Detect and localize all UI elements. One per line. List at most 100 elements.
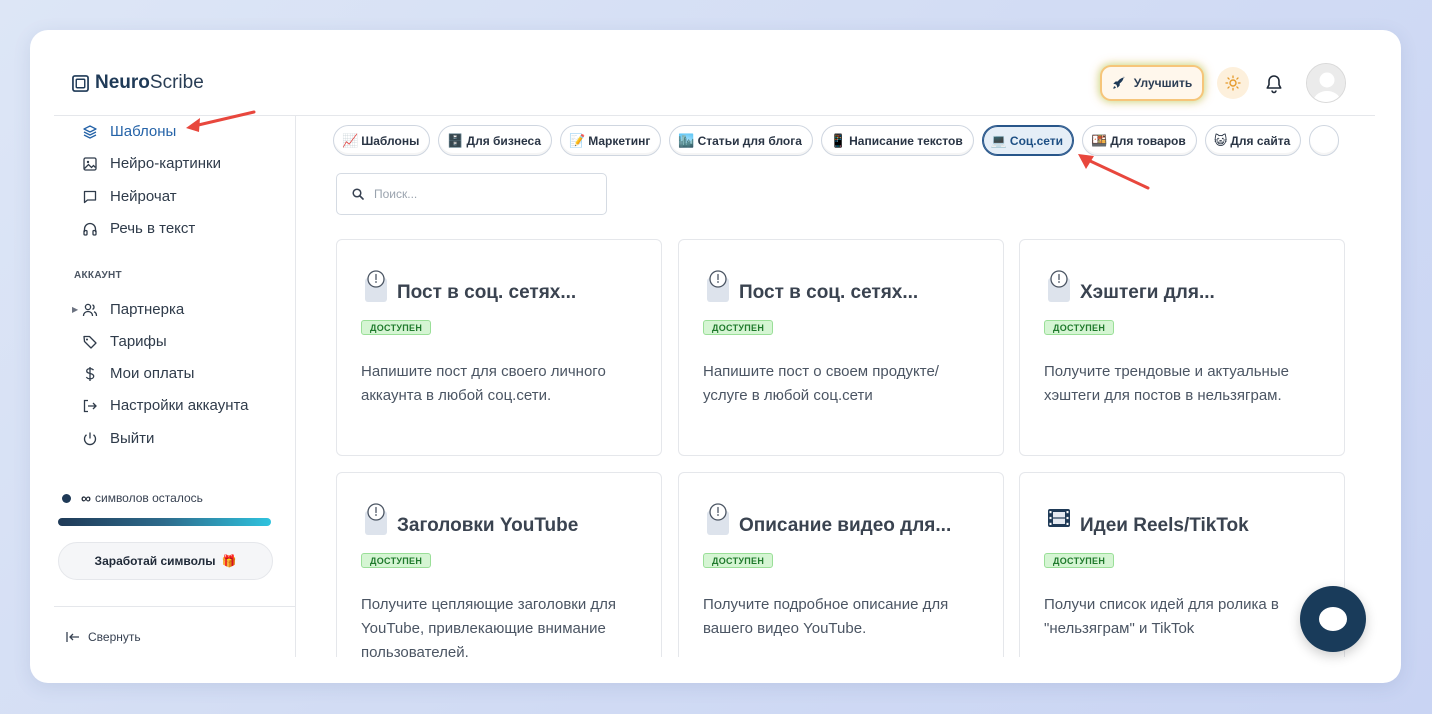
- symbols-remaining-text: символов осталось: [94, 491, 203, 505]
- sidebar-divider: [54, 606, 295, 607]
- clock-icon: [1048, 270, 1070, 302]
- sidebar-item-templates[interactable]: Шаблоны: [82, 123, 176, 140]
- sidebar-item-label: Мои оплаты: [110, 365, 195, 382]
- logo[interactable]: Neuro Scribe: [72, 72, 204, 94]
- earn-symbols-label: Заработай символы: [94, 554, 216, 568]
- template-card[interactable]: Описание видео для... ДОСТУПЕН Получите …: [678, 472, 1004, 657]
- chip-business[interactable]: 🗄️ Для бизнеса: [438, 125, 553, 156]
- sidebar-item-label: Тарифы: [110, 333, 167, 350]
- laptop-icon: 💻: [990, 133, 1007, 148]
- logo-icon: [72, 74, 89, 92]
- users-icon: [82, 303, 98, 316]
- user-avatar-icon: [1307, 64, 1345, 102]
- card-description: Напишите пост для своего личного аккаунт…: [361, 363, 606, 404]
- clock-icon: [707, 270, 729, 302]
- chip-label: Соц.сети: [1009, 133, 1064, 148]
- power-icon: [83, 432, 97, 445]
- infinity-symbol: ∞: [81, 490, 91, 506]
- clock-icon: [365, 270, 387, 302]
- sidebar: Шаблоны Нейро-картинки Нейрочат Речь в т…: [54, 116, 296, 657]
- status-badge: ДОСТУПЕН: [703, 320, 774, 335]
- clock-icon: [365, 503, 387, 535]
- chip-label: Статьи для блога: [697, 133, 802, 148]
- symbols-progress-bar: [58, 518, 271, 526]
- card-title: Пост в соц. сетях...: [739, 282, 919, 303]
- earn-symbols-button[interactable]: Заработай символы 🎁: [58, 542, 273, 580]
- sidebar-item-neuro-images[interactable]: Нейро-картинки: [82, 155, 221, 172]
- sidebar-item-speech-to-text[interactable]: Речь в текст: [82, 220, 195, 237]
- card-description: Напишите пост о своем продукте/ услуге в…: [703, 363, 939, 404]
- search-box[interactable]: [336, 173, 607, 215]
- main-content: 📈 Шаблоны 🗄️ Для бизнеса 📝 Маркетинг 🏙️ Стат…: [296, 116, 1375, 657]
- search-input[interactable]: [374, 187, 594, 201]
- status-badge: ДОСТУПЕН: [703, 553, 774, 568]
- sidebar-item-account-settings[interactable]: Настройки аккаунта: [82, 397, 249, 414]
- gift-icon: 🎁: [221, 554, 237, 568]
- collapse-sidebar-button[interactable]: Свернуть: [66, 630, 141, 644]
- chip-templates[interactable]: 📈 Шаблоны: [333, 125, 431, 156]
- sidebar-item-label: Шаблоны: [110, 123, 177, 140]
- logout-icon: [83, 399, 97, 412]
- status-badge: ДОСТУПЕН: [361, 320, 432, 335]
- image-icon: [83, 156, 97, 171]
- template-card[interactable]: Хэштеги для... ДОСТУПЕН Получите трендов…: [1019, 239, 1345, 456]
- section-label-account: АККАУНТ: [74, 270, 122, 281]
- chip-label: Для товаров: [1110, 133, 1186, 148]
- card-title: Заголовки YouTube: [397, 515, 579, 536]
- avatar[interactable]: [1306, 63, 1346, 103]
- card-description: Получите подробное описание для вашего в…: [703, 596, 949, 637]
- chip-social-networks[interactable]: 💻 Соц.сети: [981, 125, 1075, 156]
- sidebar-item-payments[interactable]: Мои оплаты: [82, 365, 194, 382]
- chip-label: Шаблоны: [361, 133, 420, 148]
- template-card[interactable]: Заголовки YouTube ДОСТУПЕН Получите цепл…: [336, 472, 662, 657]
- tag-icon: [83, 335, 97, 349]
- chip-copywriting[interactable]: 📱 Написание текстов: [820, 125, 974, 156]
- chip-website[interactable]: 😺 Для сайта: [1204, 125, 1302, 156]
- symbols-progress-fill: [58, 518, 271, 526]
- chip-label: Написание текстов: [849, 133, 963, 148]
- film-icon: [1048, 509, 1070, 527]
- card-description: Получите цепляющие заголовки для YouTube…: [361, 596, 617, 657]
- chip-products[interactable]: 🍱 Для товаров: [1082, 125, 1197, 156]
- chip-blog-articles[interactable]: 🏙️ Статьи для блога: [669, 125, 813, 156]
- upgrade-button[interactable]: Улучшить: [1102, 67, 1202, 99]
- upgrade-label: Улучшить: [1133, 76, 1193, 90]
- rocket-icon: [1113, 76, 1125, 89]
- theme-toggle[interactable]: [1217, 67, 1249, 99]
- search-icon: [352, 188, 364, 200]
- support-chat-button[interactable]: [1300, 586, 1366, 652]
- sidebar-item-label: Настройки аккаунта: [110, 397, 249, 414]
- notifications-button[interactable]: [1262, 72, 1286, 96]
- phone-icon: 📱: [829, 133, 847, 148]
- chat-icon: [83, 190, 97, 203]
- collapse-icon: [66, 632, 79, 642]
- status-dot: [62, 493, 71, 503]
- sidebar-item-tariffs[interactable]: Тарифы: [82, 333, 167, 350]
- sidebar-item-label: Речь в текст: [110, 220, 196, 237]
- sidebar-item-label: Нейрочат: [110, 188, 177, 205]
- card-title: Пост в соц. сетях...: [397, 282, 577, 303]
- sun-icon: [1225, 75, 1241, 91]
- logo-bold: Neuro: [95, 72, 150, 93]
- sidebar-item-partners[interactable]: ▶ Партнерка: [72, 301, 184, 318]
- bell-icon: [1266, 75, 1282, 94]
- bento-icon: 🍱: [1091, 133, 1108, 148]
- memo-icon: 📝: [569, 133, 586, 148]
- expand-caret-icon[interactable]: ▶: [72, 305, 78, 314]
- symbols-remaining: ∞ символов осталось: [62, 490, 203, 506]
- chip-marketing[interactable]: 📝 Маркетинг: [560, 125, 662, 156]
- city-icon: 🏙️: [678, 133, 695, 148]
- template-card[interactable]: Пост в соц. сетях... ДОСТУПЕН Напишите п…: [678, 239, 1004, 456]
- template-card[interactable]: Идеи Reels/TikTok ДОСТУПЕН Получи список…: [1019, 472, 1345, 657]
- card-description: Получи список идей для ролика в "нельзяг…: [1044, 596, 1279, 637]
- layers-icon: [83, 124, 97, 139]
- card-title: Хэштеги для...: [1080, 282, 1215, 303]
- top-header: Neuro Scribe Улучшить: [54, 30, 1375, 116]
- template-card[interactable]: Пост в соц. сетях... ДОСТУПЕН Напишите п…: [336, 239, 662, 456]
- category-chips: 📈 Шаблоны 🗄️ Для бизнеса 📝 Маркетинг 🏙️ Стат…: [333, 125, 1340, 156]
- sidebar-item-neurochat[interactable]: Нейрочат: [82, 188, 177, 205]
- chip-more[interactable]: [1309, 125, 1340, 156]
- chart-icon: 📈: [342, 133, 359, 148]
- chip-label: Маркетинг: [588, 133, 651, 148]
- sidebar-item-logout[interactable]: Выйти: [82, 430, 154, 447]
